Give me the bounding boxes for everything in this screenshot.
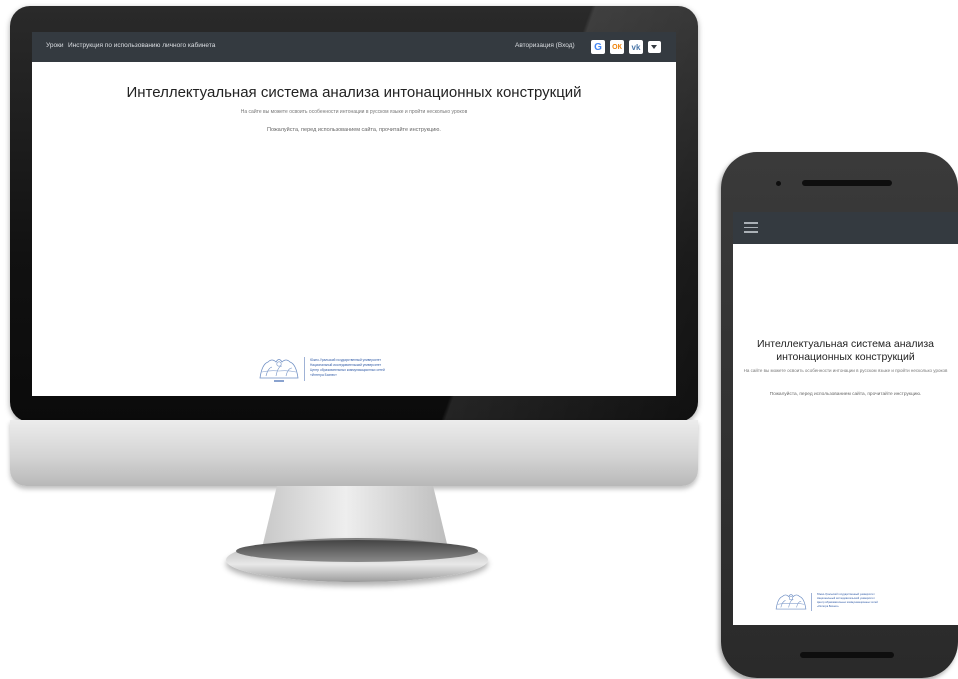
mobile-screen: Интеллектуальная система анализа интонац… xyxy=(733,212,958,625)
page-title: Интеллектуальная система анализа интонац… xyxy=(126,84,582,101)
logo-line: «Интегра Бизнес» xyxy=(817,605,839,608)
desktop-screen: Уроки Инструкция по использованию личног… xyxy=(32,32,676,396)
desktop-navbar: Уроки Инструкция по использованию личног… xyxy=(32,32,676,62)
university-emblem-icon xyxy=(775,594,807,610)
phone-home-bar xyxy=(800,652,894,658)
university-emblem-icon xyxy=(259,359,299,382)
phone-camera xyxy=(776,181,781,186)
monitor-stand-base-top xyxy=(236,540,478,562)
nav-instructions-link[interactable]: Инструкция по использованию личного каби… xyxy=(68,42,215,49)
mobile-navbar xyxy=(733,212,958,244)
nav-lessons-link[interactable]: Уроки xyxy=(46,42,64,49)
dropdown-caret-icon[interactable] xyxy=(648,41,661,53)
logo-text: Южно-Уральский государственный университ… xyxy=(310,358,450,378)
mobile-instruction-note: Пожалуйста, перед использованием сайта, … xyxy=(769,392,922,397)
monitor-chin xyxy=(10,420,698,486)
page-subtitle: На сайте вы можете освоить особенности и… xyxy=(240,109,468,115)
hamburger-menu-icon[interactable] xyxy=(744,222,758,234)
odnoklassniki-icon[interactable]: ОК xyxy=(610,40,624,54)
google-icon[interactable]: G xyxy=(591,40,605,54)
mobile-university-logo: Южно-Уральский государственный университ… xyxy=(773,590,953,614)
logo-divider xyxy=(304,357,305,381)
logo-divider xyxy=(811,593,812,611)
phone-speaker xyxy=(802,180,892,186)
university-logo: Южно-Уральский государственный университ… xyxy=(256,354,456,384)
logo-text: Южно-Уральский государственный университ… xyxy=(817,593,957,609)
mobile-page-subtitle: На сайте вы можете освоить особенности и… xyxy=(743,368,948,373)
logo-line: «Интегра Бизнес» xyxy=(310,373,337,377)
mobile-page-title: Интеллектуальная система анализа интонац… xyxy=(756,338,935,363)
instruction-note: Пожалуйста, перед использованием сайта, … xyxy=(267,127,441,133)
nav-login-link[interactable]: Авторизация (Вход) xyxy=(515,42,575,49)
vk-icon[interactable]: vk xyxy=(629,40,643,54)
